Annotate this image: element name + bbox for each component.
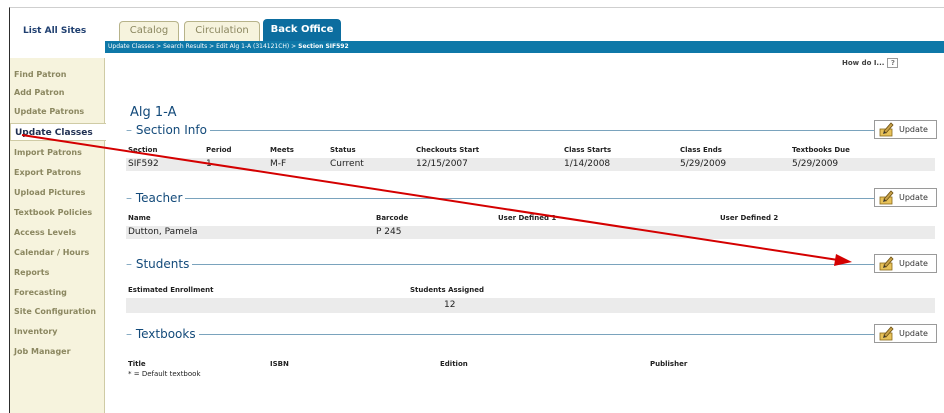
class-ends-value: 5/29/2009 [680, 159, 727, 169]
meets-value: M-F [270, 159, 287, 169]
col-status: Status [330, 146, 356, 154]
col-barcode: Barcode [376, 214, 409, 222]
period-value: 1 [206, 159, 212, 169]
col-section: Section [128, 146, 158, 154]
edit-icon [879, 326, 894, 341]
update-label: Update [899, 259, 928, 268]
page-title: Alg 1-A [130, 105, 177, 120]
teacher-barcode-value: P 245 [376, 227, 402, 237]
update-students-button[interactable]: Update [874, 254, 937, 273]
section-info-panel: Section Info Update Section Period Meets… [126, 120, 937, 171]
col-edition: Edition [440, 360, 468, 368]
sidebar-item-find-patron[interactable]: Find Patron [10, 66, 105, 84]
tab-catalog[interactable]: Catalog [119, 21, 179, 41]
section-info-title: Section Info [126, 122, 210, 138]
col-class-starts: Class Starts [564, 146, 612, 154]
students-header-row: Estimated Enrollment Students Assigned [126, 286, 935, 297]
teacher-panel: Teacher Update Name Barcode User Defined… [126, 188, 937, 239]
sidebar: Find Patron Add Patron Update Patrons Up… [10, 58, 106, 413]
breadcrumb: Update Classes > Search Results > Edit A… [105, 41, 944, 53]
default-textbook-note: * = Default textbook [128, 370, 201, 378]
col-meets: Meets [270, 146, 294, 154]
teacher-title: Teacher [126, 190, 186, 206]
col-publisher: Publisher [650, 360, 688, 368]
col-user-defined-1: User Defined 1 [498, 214, 557, 222]
sidebar-item-calendar-hours[interactable]: Calendar / Hours [10, 244, 105, 262]
col-students-assigned: Students Assigned [410, 286, 484, 294]
update-section-info-button[interactable]: Update [874, 120, 937, 139]
main-content: How do I...? Alg 1-A Section Info Update… [106, 58, 944, 413]
update-label: Update [899, 193, 928, 202]
sidebar-item-import-patrons[interactable]: Import Patrons [10, 144, 105, 162]
col-title: Title [128, 360, 146, 368]
sidebar-item-site-configuration[interactable]: Site Configuration [10, 303, 105, 321]
list-all-sites-link[interactable]: List All Sites [15, 22, 105, 42]
update-textbooks-button[interactable]: Update [874, 324, 937, 343]
help-icon[interactable]: ? [887, 58, 899, 68]
how-do-i-label: How do I... [842, 59, 885, 67]
sidebar-item-inventory[interactable]: Inventory [10, 323, 105, 341]
col-class-ends: Class Ends [680, 146, 722, 154]
table-row: SIF592 1 M-F Current 12/15/2007 1/14/200… [126, 158, 935, 171]
col-checkouts-start: Checkouts Start [416, 146, 480, 154]
students-panel: Students Update Estimated Enrollment Stu… [126, 254, 937, 313]
section-value: SIF592 [128, 159, 159, 169]
table-row: Dutton, Pamela P 245 [126, 226, 935, 239]
sidebar-item-reports[interactable]: Reports [10, 264, 105, 282]
sidebar-item-update-patrons[interactable]: Update Patrons [10, 103, 105, 121]
update-label: Update [899, 125, 928, 134]
edit-icon [879, 190, 894, 205]
teacher-header-row: Name Barcode User Defined 1 User Defined… [126, 214, 935, 225]
status-value: Current [330, 159, 364, 169]
app-window: List All Sites Catalog Circulation Back … [9, 7, 944, 413]
sidebar-item-forecasting[interactable]: Forecasting [10, 284, 105, 302]
textbooks-due-value: 5/29/2009 [792, 159, 839, 169]
sidebar-item-export-patrons[interactable]: Export Patrons [10, 164, 105, 182]
sidebar-item-add-patron[interactable]: Add Patron [10, 84, 105, 102]
sidebar-item-update-classes[interactable]: Update Classes [10, 123, 106, 141]
update-label: Update [899, 329, 928, 338]
students-title: Students [126, 256, 193, 272]
tab-back-office[interactable]: Back Office [263, 19, 341, 41]
sidebar-item-upload-pictures[interactable]: Upload Pictures [10, 184, 105, 202]
textbooks-header-row: Title ISBN Edition Publisher [126, 360, 935, 371]
students-assigned-value: 12 [444, 300, 456, 310]
textbooks-title: Textbooks [126, 326, 199, 342]
section-info-header-row: Section Period Meets Status Checkouts St… [126, 146, 935, 157]
teacher-name-value: Dutton, Pamela [128, 227, 198, 237]
col-textbooks-due: Textbooks Due [792, 146, 850, 154]
sidebar-item-textbook-policies[interactable]: Textbook Policies [10, 204, 105, 222]
col-isbn: ISBN [270, 360, 289, 368]
sidebar-item-job-manager[interactable]: Job Manager [10, 343, 105, 361]
table-row: 12 [126, 298, 935, 313]
sidebar-item-access-levels[interactable]: Access Levels [10, 224, 105, 242]
checkouts-start-value: 12/15/2007 [416, 159, 468, 169]
col-user-defined-2: User Defined 2 [720, 214, 779, 222]
edit-icon [879, 256, 894, 271]
breadcrumb-path[interactable]: Update Classes > Search Results > Edit A… [108, 43, 298, 50]
tab-circulation[interactable]: Circulation [184, 21, 260, 41]
class-starts-value: 1/14/2008 [564, 159, 611, 169]
col-estimated-enrollment: Estimated Enrollment [128, 286, 214, 294]
update-teacher-button[interactable]: Update [874, 188, 937, 207]
how-do-i-help[interactable]: How do I...? [842, 58, 899, 68]
textbooks-panel: Textbooks Update Title ISBN Edition Publ… [126, 324, 937, 378]
edit-icon [879, 122, 894, 137]
breadcrumb-current: Section SIF592 [298, 43, 349, 50]
col-name: Name [128, 214, 151, 222]
col-period: Period [206, 146, 232, 154]
